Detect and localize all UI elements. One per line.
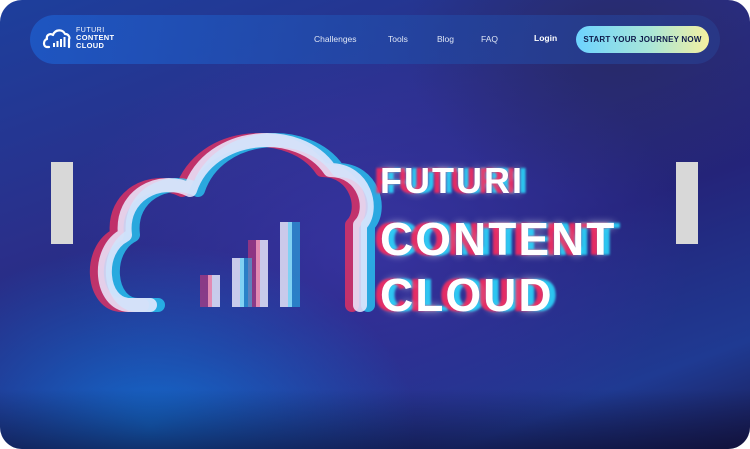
hero-title-line3: CLOUD bbox=[380, 269, 554, 321]
cloud-logo-icon bbox=[42, 29, 71, 49]
nav-link-challenges[interactable]: Challenges bbox=[314, 34, 357, 44]
hero-title-line1: FUTURI bbox=[380, 160, 524, 201]
nav-link-tools[interactable]: Tools bbox=[388, 34, 408, 44]
page-frame: FUTURI CONTENT CLOUD FUTURI CONTENT CLOU… bbox=[0, 0, 750, 449]
start-journey-button[interactable]: START YOUR JOURNEY NOW bbox=[576, 26, 709, 53]
login-link[interactable]: Login bbox=[534, 33, 557, 43]
hero-cloud-logo-icon bbox=[89, 133, 382, 312]
brand-line3: CLOUD bbox=[76, 40, 105, 50]
hero-title-line2: CONTENT bbox=[380, 213, 617, 265]
nav-link-blog[interactable]: Blog bbox=[437, 34, 454, 44]
brand-logo[interactable]: FUTURI CONTENT CLOUD bbox=[42, 26, 114, 50]
carousel-prev-button[interactable] bbox=[51, 162, 73, 244]
top-navbar: FUTURI CONTENT CLOUD Challenges Tools Bl… bbox=[30, 15, 720, 64]
carousel-next-button[interactable] bbox=[676, 162, 698, 244]
brand-wordmark: FUTURI CONTENT CLOUD bbox=[76, 27, 114, 49]
nav-link-faq[interactable]: FAQ bbox=[481, 34, 498, 44]
hero-banner: FUTURI CONTENT CLOUD bbox=[0, 0, 750, 449]
